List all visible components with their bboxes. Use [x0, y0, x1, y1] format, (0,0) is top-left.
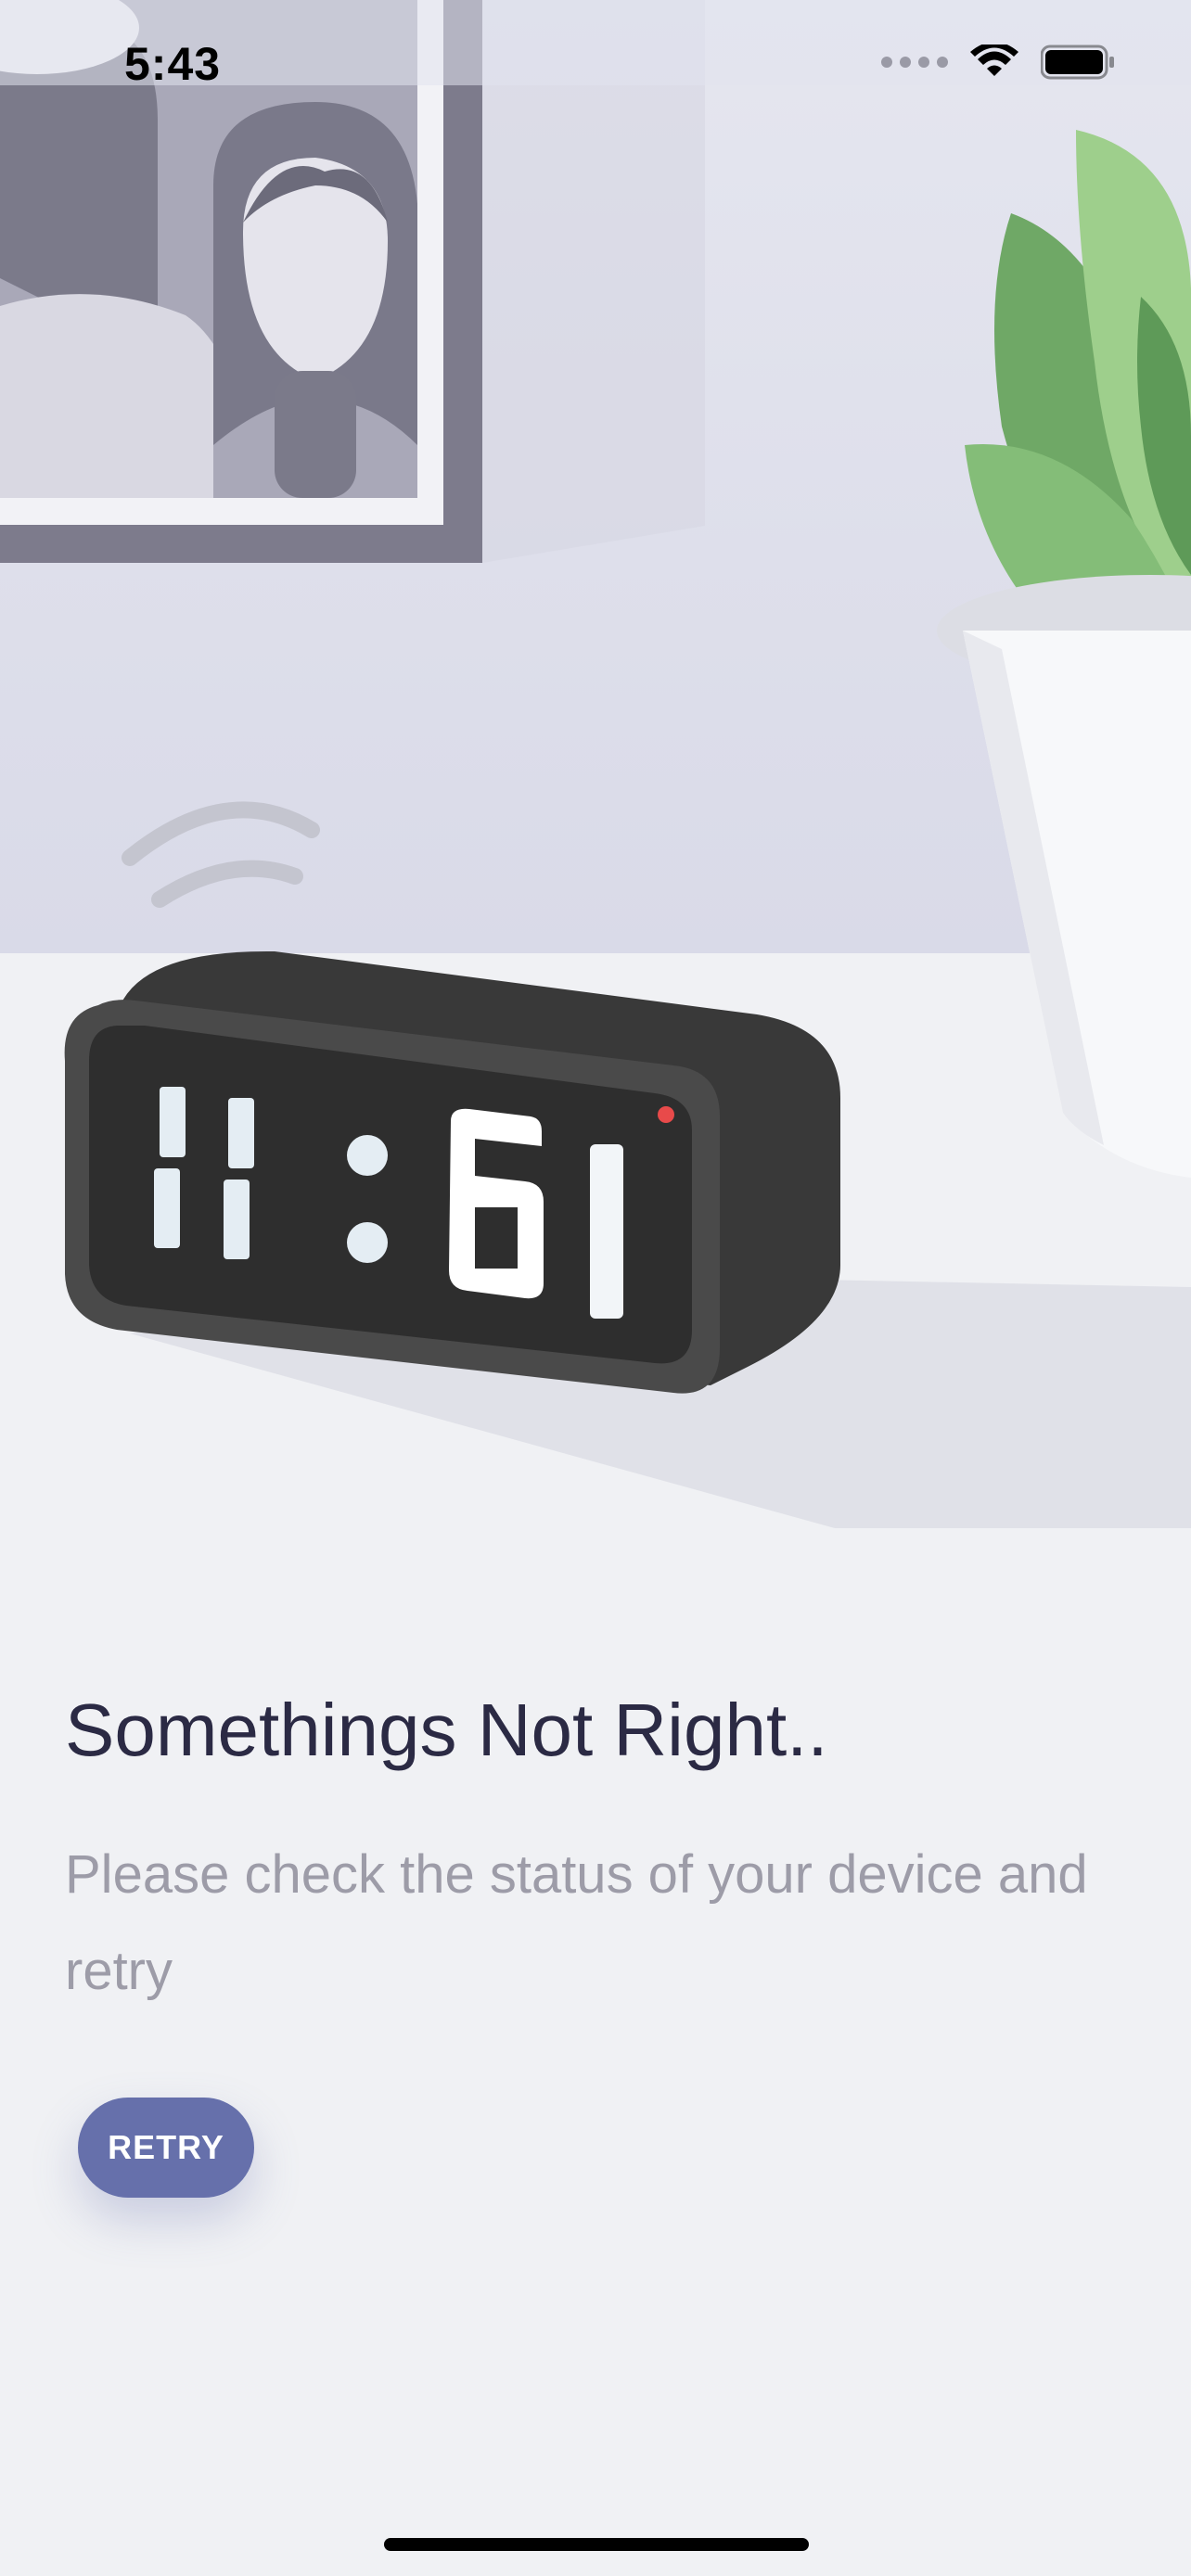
status-time: 5:43 [124, 38, 222, 90]
status-icons [881, 45, 1115, 80]
clock-indicator-light [658, 1106, 674, 1123]
alarm-clock-illustration [64, 950, 840, 1394]
home-indicator[interactable] [384, 2538, 809, 2551]
status-bar: 5:43 [0, 0, 1191, 90]
potted-plant-illustration [937, 130, 1191, 1178]
battery-icon [1041, 45, 1114, 80]
cellular-signal-icon [881, 57, 948, 68]
retry-button[interactable]: RETRY [78, 2098, 254, 2198]
wifi-icon [970, 45, 1018, 76]
error-title: Somethings Not Right.. [65, 1689, 828, 1771]
error-screen: 5:43 Somethings Not Right.. Please check… [0, 0, 1191, 2576]
error-message: Please check the status of your device a… [65, 1844, 1088, 2001]
signal-waves-icon [122, 801, 320, 908]
